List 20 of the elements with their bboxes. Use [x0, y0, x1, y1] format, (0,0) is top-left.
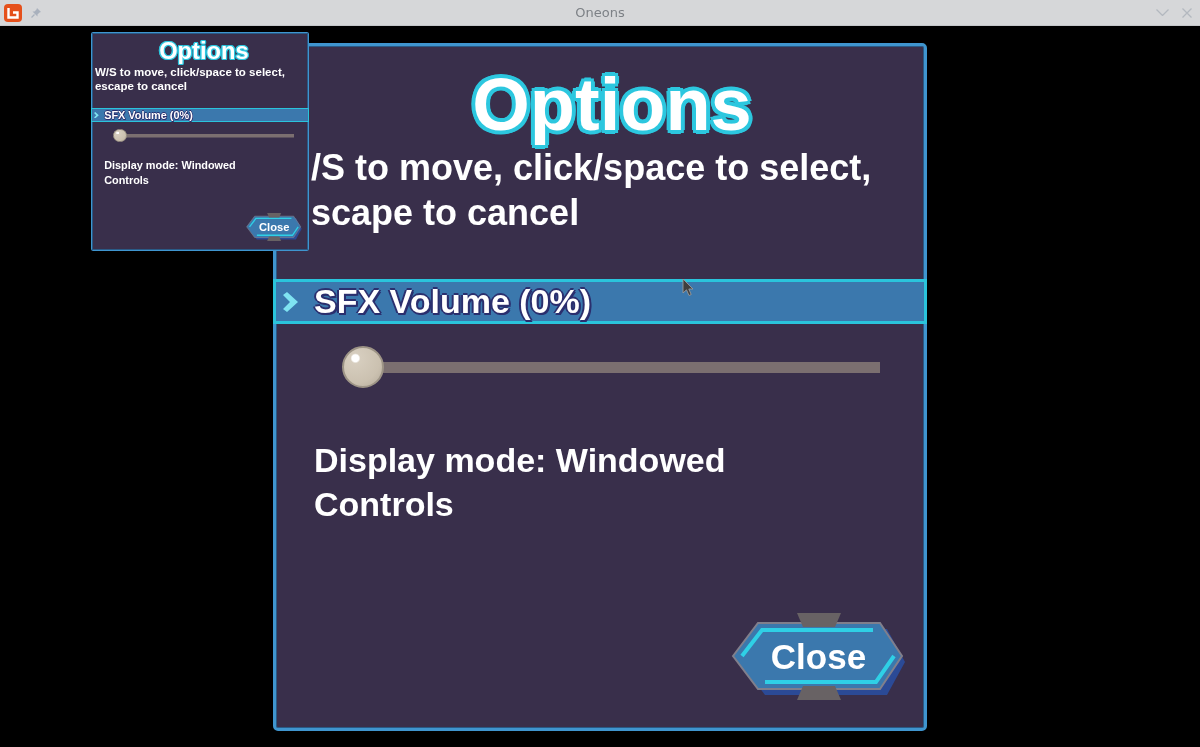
chevron-right-icon — [283, 291, 298, 312]
instruction-text: scape to cancel — [311, 191, 580, 235]
window-title: Oneons — [574, 5, 626, 20]
close-button[interactable]: Close — [246, 213, 303, 242]
menu-item[interactable]: Display mode: Windowed — [273, 438, 927, 482]
panel-title: Options — [158, 40, 249, 64]
menu-item[interactable]: SFX Volume (0%) — [91, 107, 309, 122]
chevron-right-icon — [94, 111, 100, 118]
cursor-icon — [682, 278, 694, 297]
menu-item[interactable]: Display mode: Windowed — [91, 158, 309, 173]
app-logo-icon — [4, 3, 22, 22]
slider-thumb[interactable] — [342, 346, 384, 388]
menu-item[interactable]: Controls — [273, 482, 927, 526]
menu-item[interactable]: Controls — [91, 172, 309, 187]
menu-item[interactable]: SFX Volume (0%) — [273, 279, 927, 324]
close-button[interactable]: Close — [731, 613, 906, 700]
instruction-text: escape to cancel — [94, 79, 188, 94]
instruction-text: /S to move, click/space to select, — [311, 146, 872, 190]
slider-thumb[interactable] — [113, 129, 127, 143]
instruction-text: W/S to move, click/space to select, — [94, 64, 285, 80]
